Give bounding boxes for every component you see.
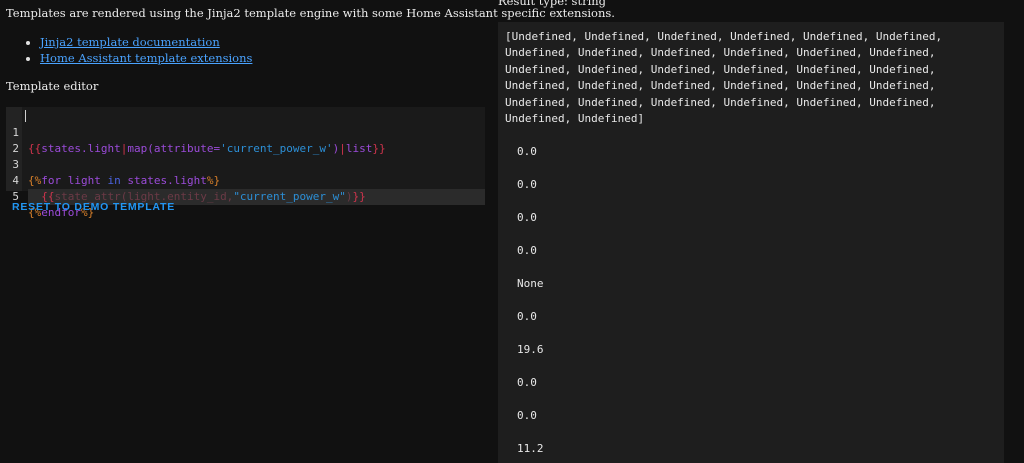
jinja2-docs-link[interactable]: Jinja2 template documentation — [40, 35, 220, 49]
text-cursor — [25, 110, 26, 122]
result-value-line: 0.0 — [517, 409, 537, 422]
code-line-3[interactable]: 3 {%for light in states.light%} — [6, 141, 485, 187]
code-line-2[interactable]: 2 — [6, 125, 485, 155]
ha-template-extensions-link[interactable]: Home Assistant template extensions — [40, 51, 252, 65]
code-line-4[interactable]: 4 {{state_attr(light.entity_id,"current_… — [6, 157, 485, 205]
list-item: Home Assistant template extensions — [40, 50, 252, 66]
docs-links: Jinja2 template documentation Home Assis… — [22, 34, 252, 66]
result-value-line: None — [517, 277, 544, 290]
result-list-text: [Undefined, Undefined, Undefined, Undefi… — [505, 30, 943, 126]
result-value-line: 0.0 — [517, 211, 537, 224]
template-panel: Templates are rendered using the Jinja2 … — [0, 0, 615, 463]
reset-demo-template-button[interactable]: RESET TO DEMO TEMPLATE — [12, 199, 175, 215]
list-item: Jinja2 template documentation — [40, 34, 252, 50]
template-editor[interactable]: 1 {{states.light|map(attribute='current_… — [6, 107, 485, 219]
result-value-line: 0.0 — [517, 244, 537, 257]
result-type-label: Result type: string — [498, 0, 607, 8]
result-value-line: 0.0 — [517, 178, 537, 191]
result-value-line: 0.0 — [517, 376, 537, 389]
intro-text: Templates are rendered using the Jinja2 … — [6, 6, 615, 20]
result-value-line: 11.2 — [517, 442, 544, 455]
result-value-line: 0.0 — [517, 310, 537, 323]
result-value-line: 19.6 — [517, 343, 544, 356]
code-line-5[interactable]: 5 {%endfor%} — [6, 173, 485, 219]
code-line-1[interactable]: 1 {{states.light|map(attribute='current_… — [6, 109, 485, 155]
template-result-output: [Undefined, Undefined, Undefined, Undefi… — [498, 22, 1004, 463]
template-dev-tool: Templates are rendered using the Jinja2 … — [0, 0, 1024, 463]
template-editor-label: Template editor — [6, 79, 99, 93]
result-value-line: 0.0 — [517, 145, 537, 158]
